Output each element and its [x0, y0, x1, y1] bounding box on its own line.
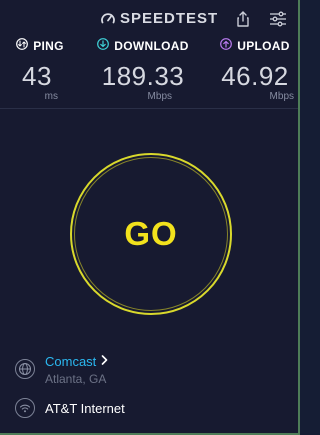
gauge-icon — [100, 11, 116, 27]
share-button[interactable] — [234, 10, 252, 28]
upload-value: 46.92 — [221, 61, 289, 91]
go-button-label: GO — [124, 215, 178, 252]
brand-text: SPEEDTEST — [120, 10, 219, 27]
download-value: 189.33 — [101, 61, 185, 91]
isp-info: Comcast Atlanta, GA — [45, 352, 108, 386]
go-button[interactable]: GO — [70, 153, 232, 315]
isp-location: Atlanta, GA — [45, 372, 107, 386]
ping-icon — [16, 38, 29, 53]
download-label: DOWNLOAD — [114, 38, 189, 53]
download-metric: DOWNLOAD 189.33 Mbps — [88, 38, 198, 102]
settings-button[interactable] — [269, 10, 287, 28]
ping-label: PING — [33, 38, 64, 53]
speedtest-window: SPEEDTEST PING 43 ms DOWNLOAD 189.33 Mbp… — [0, 0, 300, 435]
isp-name[interactable]: Comcast — [45, 354, 96, 369]
network-name: AT&T Internet — [45, 400, 125, 416]
ping-metric: PING 43 ms — [10, 38, 70, 102]
upload-metric: UPLOAD 46.92 Mbps — [212, 38, 298, 102]
download-label-row: DOWNLOAD — [88, 38, 198, 53]
brand-logo: SPEEDTEST — [100, 10, 218, 27]
header: SPEEDTEST — [0, 0, 300, 34]
upload-label: UPLOAD — [237, 38, 290, 53]
isp-row[interactable]: Comcast Atlanta, GA — [15, 352, 108, 386]
settings-sliders-icon — [269, 11, 287, 32]
metrics-divider — [0, 108, 298, 109]
upload-label-row: UPLOAD — [212, 38, 298, 53]
upload-arrow-icon — [220, 38, 233, 53]
download-arrow-icon — [97, 38, 110, 53]
share-icon — [234, 11, 252, 32]
wifi-icon — [15, 398, 35, 418]
globe-icon — [15, 359, 35, 379]
network-row[interactable]: AT&T Internet — [15, 398, 125, 418]
chevron-right-icon — [101, 352, 108, 370]
ping-value: 43 — [22, 61, 52, 91]
ping-label-row: PING — [10, 38, 70, 53]
